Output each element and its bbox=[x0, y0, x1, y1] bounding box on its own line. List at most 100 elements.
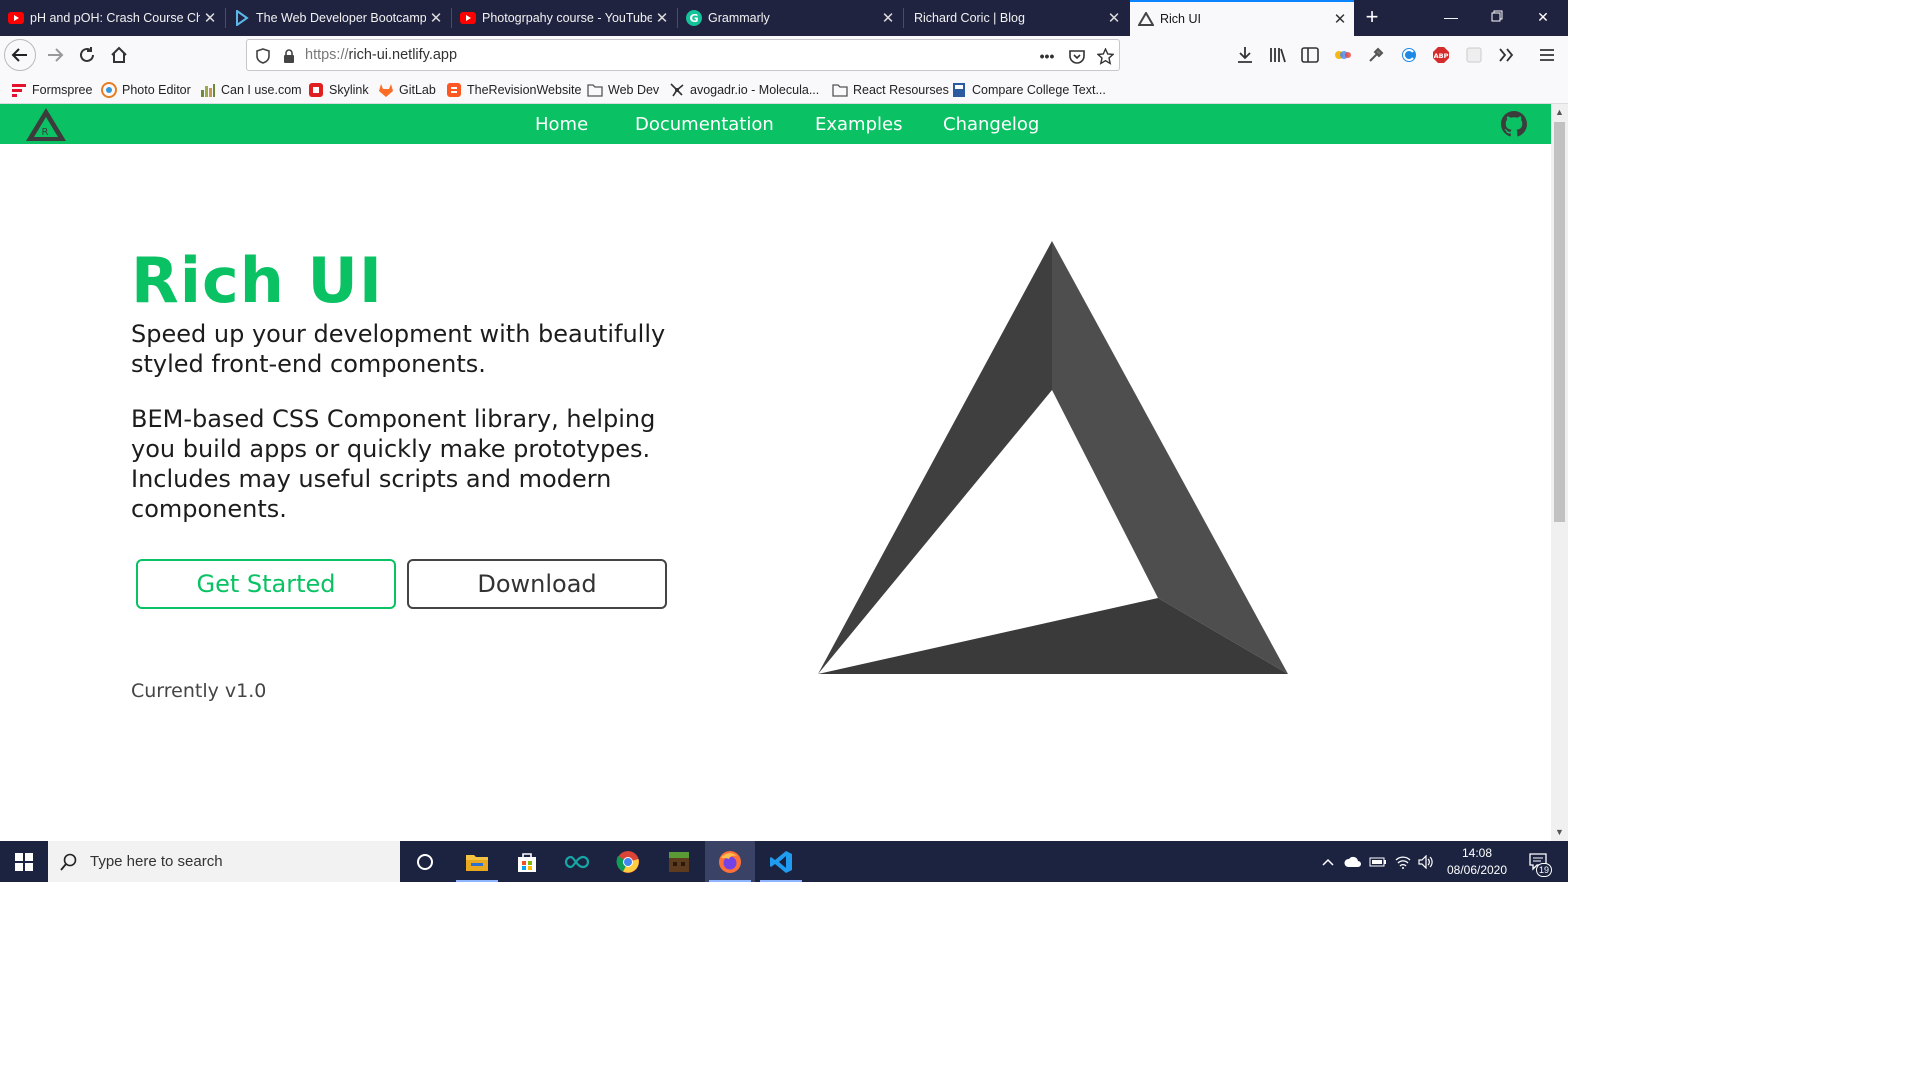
restore-icon bbox=[1491, 10, 1503, 22]
adblock-icon[interactable]: ABP bbox=[1430, 44, 1452, 66]
bookmark-avogadr-io[interactable]: avogadr.io - Molecula... bbox=[669, 81, 819, 99]
tab-title: Richard Coric | Blog bbox=[914, 11, 1025, 25]
downloads-icon[interactable] bbox=[1234, 44, 1256, 66]
shield-icon[interactable] bbox=[253, 46, 273, 66]
search-placeholder: Type here to search bbox=[90, 853, 223, 870]
windows-logo-icon bbox=[15, 852, 33, 871]
restore-window-button[interactable] bbox=[1474, 0, 1520, 36]
arduino-icon[interactable] bbox=[552, 841, 602, 882]
vscode-icon[interactable] bbox=[756, 841, 806, 882]
url-host: rich-ui.netlify.app bbox=[348, 47, 458, 63]
cortana-icon[interactable] bbox=[400, 841, 450, 882]
taskbar-search-box[interactable]: Type here to search bbox=[48, 841, 400, 882]
youtube-icon bbox=[8, 10, 24, 26]
overflow-chevron-icon[interactable] bbox=[1495, 44, 1517, 66]
scroll-down-arrow-icon[interactable]: ▼ bbox=[1551, 824, 1568, 841]
tab-web-dev-bootcamp[interactable]: The Web Developer Bootcamp ✕ bbox=[226, 0, 450, 36]
arrow-left-icon bbox=[11, 48, 27, 62]
sidebar-icon[interactable] bbox=[1299, 44, 1321, 66]
tab-grammarly[interactable]: G Grammarly ✕ bbox=[678, 0, 902, 36]
bookmark-compare-college-text[interactable]: Compare College Text... bbox=[951, 81, 1106, 99]
eyedropper-icon[interactable] bbox=[1365, 44, 1387, 66]
store-icon[interactable] bbox=[502, 841, 552, 882]
tab-rich-ui[interactable]: Rich UI ✕ bbox=[1130, 0, 1354, 36]
taskbar-clock[interactable]: 14:08 08/06/2020 bbox=[1432, 845, 1522, 879]
nav-link-documentation[interactable]: Documentation bbox=[635, 114, 774, 135]
close-tab-icon[interactable]: ✕ bbox=[426, 9, 446, 27]
page-actions-icon[interactable]: ••• bbox=[1037, 46, 1057, 66]
bookmark-folder-web-dev[interactable]: Web Dev bbox=[587, 81, 659, 99]
bookmark-label: GitLab bbox=[399, 83, 436, 97]
file-explorer-icon[interactable] bbox=[452, 841, 502, 882]
library-icon[interactable] bbox=[1267, 44, 1289, 66]
bookmark-folder-react-resourses[interactable]: React Resourses bbox=[832, 81, 949, 99]
close-tab-icon[interactable]: ✕ bbox=[652, 9, 672, 27]
bookmark-photo-editor[interactable]: Photo Editor bbox=[101, 81, 191, 99]
arrow-right-icon bbox=[48, 48, 64, 62]
hero-title: Rich UI bbox=[131, 244, 383, 317]
url-text[interactable]: https://rich-ui.netlify.app bbox=[305, 47, 457, 63]
bookmark-gitlab[interactable]: GitLab bbox=[378, 81, 436, 99]
lock-icon[interactable] bbox=[279, 46, 299, 66]
tab-title: Photogrpahy course - YouTube bbox=[482, 11, 652, 25]
web-page: R Home Documentation Examples Changelog … bbox=[0, 104, 1551, 841]
search-icon bbox=[60, 853, 80, 871]
get-started-button[interactable]: Get Started bbox=[136, 559, 396, 609]
notifications-button[interactable]: 19 bbox=[1524, 841, 1554, 882]
close-tab-icon[interactable]: ✕ bbox=[878, 9, 898, 27]
tab-photography-course[interactable]: Photogrpahy course - YouTube ✕ bbox=[452, 0, 676, 36]
bookmark-formspree[interactable]: Formspree bbox=[11, 81, 92, 99]
scrollbar-thumb[interactable] bbox=[1554, 122, 1565, 522]
rich-ui-logo[interactable]: R bbox=[24, 106, 68, 143]
skylink-icon bbox=[308, 82, 324, 98]
bookmark-label: avogadr.io - Molecula... bbox=[690, 83, 820, 97]
tab-title: Rich UI bbox=[1160, 12, 1201, 26]
caniuse-icon bbox=[200, 82, 216, 98]
minecraft-icon[interactable] bbox=[654, 841, 704, 882]
home-button[interactable] bbox=[104, 40, 134, 70]
firefox-icon[interactable] bbox=[705, 841, 755, 882]
github-icon[interactable] bbox=[1501, 111, 1527, 137]
clock-time: 14:08 bbox=[1461, 846, 1493, 860]
show-hidden-icons-chevron-icon[interactable] bbox=[1318, 841, 1338, 882]
tab-ph-poh[interactable]: pH and pOH: Crash Course Ch ✕ bbox=[0, 0, 224, 36]
scroll-up-arrow-icon[interactable]: ▲ bbox=[1551, 104, 1568, 121]
bookmark-skylink[interactable]: Skylink bbox=[308, 81, 369, 99]
color-extension-icon[interactable] bbox=[1332, 44, 1354, 66]
nav-link-home[interactable]: Home bbox=[535, 114, 588, 135]
bookmark-can-i-use[interactable]: Can I use.com bbox=[200, 81, 302, 99]
bookmark-the-revision-website[interactable]: TheRevisionWebsite bbox=[446, 81, 581, 99]
minimize-window-button[interactable]: — bbox=[1428, 0, 1474, 36]
close-tab-icon[interactable]: ✕ bbox=[1104, 9, 1124, 27]
nav-link-examples[interactable]: Examples bbox=[815, 114, 902, 135]
page-scrollbar[interactable]: ▲ ▼ bbox=[1551, 104, 1568, 841]
battery-icon[interactable] bbox=[1367, 841, 1389, 882]
bookmark-star-icon[interactable] bbox=[1095, 46, 1115, 66]
bookmark-label: Photo Editor bbox=[122, 83, 191, 97]
download-button[interactable]: Download bbox=[407, 559, 667, 609]
reload-button[interactable] bbox=[72, 40, 102, 70]
close-tab-icon[interactable]: ✕ bbox=[1330, 10, 1350, 28]
start-button[interactable] bbox=[0, 841, 48, 882]
tab-richard-coric-blog[interactable]: Richard Coric | Blog ✕ bbox=[904, 0, 1128, 36]
new-tab-button[interactable]: + bbox=[1360, 3, 1384, 33]
gitlab-icon bbox=[378, 82, 394, 98]
windows-taskbar: Type here to search 14:08 08/06/2020 19 bbox=[0, 841, 1568, 882]
chrome-icon[interactable] bbox=[603, 841, 653, 882]
nav-link-changelog[interactable]: Changelog bbox=[943, 114, 1039, 135]
hamburger-menu-icon[interactable] bbox=[1536, 44, 1558, 66]
close-window-button[interactable]: ✕ bbox=[1520, 0, 1566, 36]
blank-extension-icon[interactable] bbox=[1463, 44, 1485, 66]
bookmark-label: Skylink bbox=[329, 83, 369, 97]
notification-count-badge: 19 bbox=[1536, 863, 1552, 877]
reload-icon bbox=[80, 47, 94, 62]
folder-icon bbox=[832, 82, 848, 98]
pocket-icon[interactable] bbox=[1067, 46, 1087, 66]
back-button[interactable] bbox=[4, 39, 36, 71]
address-bar[interactable]: https://rich-ui.netlify.app ••• bbox=[246, 39, 1120, 71]
extension-blue-icon[interactable] bbox=[1398, 44, 1420, 66]
close-tab-icon[interactable]: ✕ bbox=[200, 9, 220, 27]
forward-button[interactable] bbox=[40, 40, 70, 70]
wifi-icon[interactable] bbox=[1392, 841, 1414, 882]
onedrive-cloud-icon[interactable] bbox=[1342, 841, 1364, 882]
